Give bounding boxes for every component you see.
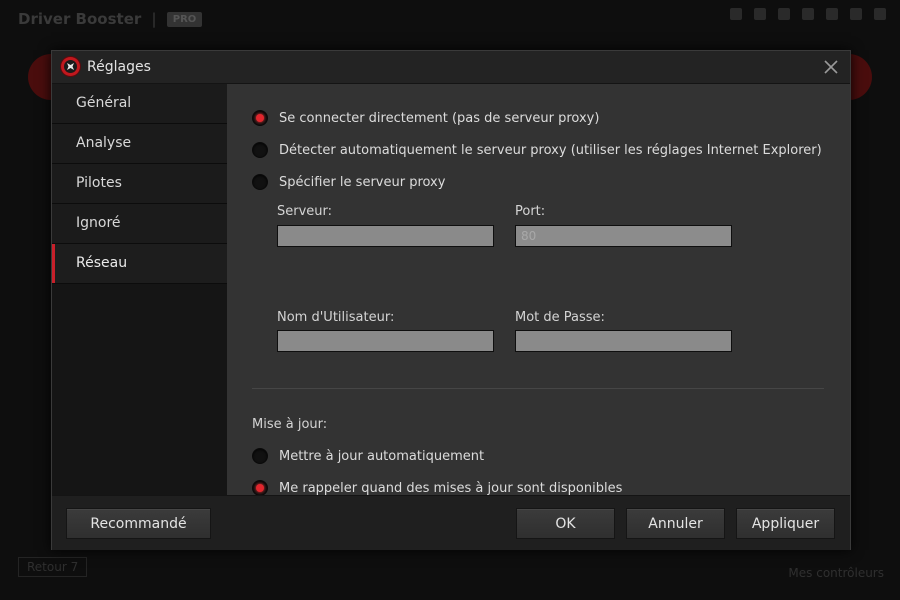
- settings-sidebar: Général Analyse Pilotes Ignoré Réseau: [52, 84, 227, 495]
- update-option-label: Me rappeler quand des mises à jour sont …: [279, 480, 623, 496]
- proxy-option-label: Détecter automatiquement le serveur prox…: [279, 142, 822, 158]
- background-app-title: Driver Booster: [18, 10, 142, 28]
- sidebar-item-label: Analyse: [76, 135, 132, 151]
- proxy-option-label: Spécifier le serveur proxy: [279, 174, 446, 190]
- sidebar-item-network[interactable]: Réseau: [52, 244, 227, 284]
- port-input[interactable]: [515, 225, 732, 247]
- port-label: Port:: [515, 204, 546, 219]
- password-input[interactable]: [515, 330, 732, 352]
- server-input[interactable]: [277, 225, 494, 247]
- proxy-option-manual[interactable]: Spécifier le serveur proxy: [252, 174, 445, 190]
- radio-button[interactable]: [252, 174, 268, 190]
- close-icon: [824, 60, 838, 74]
- dialog-title: Réglages: [87, 59, 151, 75]
- recommended-button[interactable]: Recommandé: [66, 508, 211, 539]
- background-footer-left: Retour 7: [18, 557, 88, 577]
- background-minimize-icon: [826, 8, 838, 20]
- proxy-option-auto-detect[interactable]: Détecter automatiquement le serveur prox…: [252, 142, 822, 158]
- background-shop-icon: [730, 8, 742, 20]
- sidebar-item-label: Pilotes: [76, 175, 122, 191]
- dialog-title-bar: Réglages: [52, 51, 850, 84]
- sidebar-item-label: Général: [76, 95, 132, 111]
- dialog-footer: Recommandé OK Annuler Appliquer: [52, 495, 850, 550]
- update-option-auto[interactable]: Mettre à jour automatiquement: [252, 448, 484, 464]
- settings-dialog: Réglages Général Analyse Pilotes Ignoré …: [51, 50, 851, 550]
- proxy-option-label: Se connecter directement (pas de serveur…: [279, 110, 600, 126]
- proxy-option-direct[interactable]: Se connecter directement (pas de serveur…: [252, 110, 599, 126]
- app-logo-icon: [61, 57, 80, 76]
- background-footer-right: Mes contrôleurs: [788, 566, 884, 580]
- ok-button[interactable]: OK: [516, 508, 615, 539]
- radio-button-checked[interactable]: [252, 480, 268, 496]
- sidebar-item-label: Ignoré: [76, 215, 121, 231]
- background-window-controls: [730, 8, 886, 20]
- sidebar-item-label: Réseau: [76, 255, 128, 271]
- username-input[interactable]: [277, 330, 494, 352]
- background-help-icon: [778, 8, 790, 20]
- update-option-label: Mettre à jour automatiquement: [279, 448, 485, 464]
- radio-button-checked[interactable]: [252, 110, 268, 126]
- radio-button[interactable]: [252, 448, 268, 464]
- background-gift-icon: [754, 8, 766, 20]
- update-section-label: Mise à jour:: [252, 417, 328, 432]
- network-settings-panel: Se connecter directement (pas de serveur…: [227, 84, 850, 496]
- close-button[interactable]: [820, 56, 842, 78]
- background-pro-badge: PRO: [166, 11, 203, 27]
- server-label: Serveur:: [277, 204, 333, 219]
- background-menu-icon: [802, 8, 814, 20]
- section-divider: [252, 388, 824, 389]
- update-option-remind[interactable]: Me rappeler quand des mises à jour sont …: [252, 480, 622, 496]
- sidebar-item-general[interactable]: Général: [52, 84, 227, 124]
- sidebar-item-ignored[interactable]: Ignoré: [52, 204, 227, 244]
- radio-button[interactable]: [252, 142, 268, 158]
- sidebar-item-analysis[interactable]: Analyse: [52, 124, 227, 164]
- username-label: Nom d'Utilisateur:: [277, 310, 395, 325]
- apply-button[interactable]: Appliquer: [736, 508, 835, 539]
- background-app-title-bar: Driver Booster | PRO: [18, 9, 203, 29]
- background-title-separator: |: [151, 10, 157, 28]
- sidebar-item-drivers[interactable]: Pilotes: [52, 164, 227, 204]
- background-close-icon: [874, 8, 886, 20]
- password-label: Mot de Passe:: [515, 310, 605, 325]
- background-maximize-icon: [850, 8, 862, 20]
- cancel-button[interactable]: Annuler: [626, 508, 725, 539]
